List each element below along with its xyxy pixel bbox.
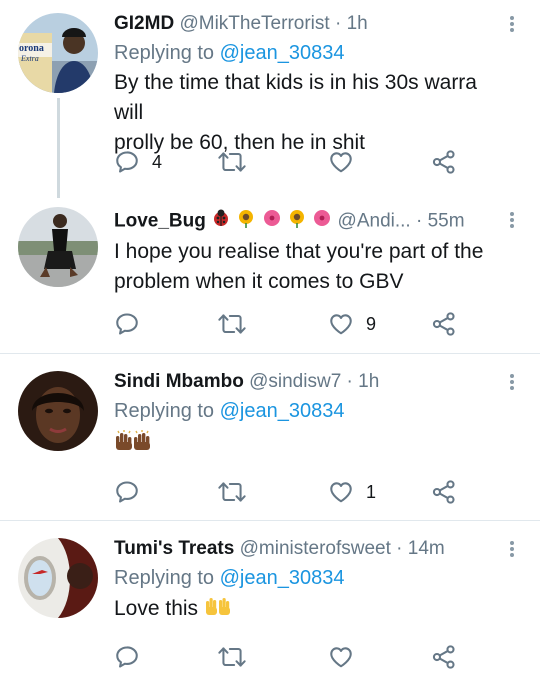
retweet-button[interactable]	[217, 643, 247, 671]
svg-text:Extra: Extra	[20, 54, 39, 63]
like-button[interactable]	[328, 148, 354, 176]
more-options-icon[interactable]	[504, 210, 520, 230]
reply-icon	[114, 479, 140, 505]
raised-hands-emoji	[204, 593, 232, 626]
user-handle[interactable]: @MikTheTerrorist	[179, 13, 329, 34]
like-icon	[328, 479, 354, 505]
hibiscus-emoji	[312, 208, 332, 235]
separator-dot: ·	[415, 210, 423, 232]
replying-to: Replying to @jean_30834	[114, 565, 510, 591]
tweet-text: I hope you realise that you're part of t…	[114, 237, 510, 297]
retweet-button[interactable]	[217, 310, 247, 338]
tweet-text-line: By the time that kids is in his 30s warr…	[114, 71, 477, 124]
share-button[interactable]	[431, 310, 457, 338]
reply-button[interactable]	[114, 478, 140, 506]
timestamp[interactable]: 14m	[408, 538, 445, 559]
replying-to: Replying to @jean_30834	[114, 40, 510, 66]
tweet[interactable]: Love_Bug @Andi... · 55m I hope you reali…	[0, 190, 540, 354]
like-count: 1	[366, 481, 377, 502]
reply-count: 4	[152, 151, 163, 172]
timestamp[interactable]: 1h	[347, 13, 368, 34]
timestamp[interactable]: 1h	[358, 371, 379, 392]
like-icon	[328, 311, 354, 337]
tweet-actions: 1	[114, 478, 464, 506]
reply-button[interactable]: 4	[114, 148, 162, 176]
replying-prefix: Replying to	[114, 42, 215, 64]
reply-icon	[114, 149, 140, 175]
retweet-icon	[217, 149, 247, 175]
replying-to-link[interactable]: @jean_30834	[220, 400, 345, 422]
reply-feed: orona Extra GI2MD @MikTheTerrorist · 1h …	[0, 0, 540, 675]
avatar[interactable]	[18, 538, 98, 618]
tweet-text: Love this	[114, 593, 510, 626]
retweet-button[interactable]	[217, 148, 247, 176]
sunflower-emoji	[287, 208, 307, 235]
tweet[interactable]: Sindi Mbambo @sindisw7 · 1h Replying to …	[0, 354, 540, 521]
tweet[interactable]: orona Extra GI2MD @MikTheTerrorist · 1h …	[0, 0, 540, 198]
ladybug-emoji	[211, 208, 231, 235]
share-icon	[431, 149, 457, 175]
avatar[interactable]	[18, 207, 98, 287]
retweet-icon	[217, 644, 247, 670]
separator-dot: ·	[346, 371, 353, 392]
like-button[interactable]: 1	[328, 478, 376, 506]
sunflower-emoji	[236, 208, 256, 235]
share-button[interactable]	[431, 643, 457, 671]
retweet-icon	[217, 311, 247, 337]
display-name[interactable]: Love_Bug	[114, 211, 206, 232]
more-options-icon[interactable]	[504, 539, 520, 559]
share-button[interactable]	[431, 148, 457, 176]
retweet-icon	[217, 479, 247, 505]
like-button[interactable]: 9	[328, 310, 376, 338]
like-button[interactable]	[328, 643, 354, 671]
tweet-text: By the time that kids is in his 30s warr…	[114, 68, 510, 158]
avatar[interactable]	[18, 371, 98, 451]
tweet-actions	[114, 643, 464, 671]
like-count: 9	[366, 313, 377, 334]
like-icon	[328, 149, 354, 175]
replying-prefix: Replying to	[114, 567, 215, 589]
reply-button[interactable]	[114, 310, 140, 338]
tweet-text-line: problem when it comes to GBV	[114, 270, 404, 293]
replying-prefix: Replying to	[114, 400, 215, 422]
raised-hands-emoji	[114, 428, 172, 461]
display-name[interactable]: Sindi Mbambo	[114, 371, 244, 392]
separator-dot: ·	[334, 13, 342, 34]
user-handle[interactable]: @ministerofsweet	[240, 538, 391, 559]
svg-text:orona: orona	[19, 43, 44, 54]
reply-button[interactable]	[114, 643, 140, 671]
display-name[interactable]: GI2MD	[114, 13, 174, 34]
tweet-text-line: I hope you realise that you're part of t…	[114, 240, 484, 263]
avatar[interactable]: orona Extra	[18, 13, 98, 93]
thread-line	[57, 98, 60, 198]
more-options-icon[interactable]	[504, 372, 520, 392]
display-name[interactable]: Tumi's Treats	[114, 538, 234, 559]
tweet[interactable]: Tumi's Treats @ministerofsweet · 14m Rep…	[0, 521, 540, 675]
tweet-actions: 4	[114, 148, 464, 176]
retweet-button[interactable]	[217, 478, 247, 506]
replying-to: Replying to @jean_30834	[114, 398, 510, 424]
replying-to-link[interactable]: @jean_30834	[220, 567, 345, 589]
share-icon	[431, 479, 457, 505]
separator-dot: ·	[396, 538, 403, 559]
share-icon	[431, 644, 457, 670]
hibiscus-emoji	[262, 208, 282, 235]
more-options-icon[interactable]	[504, 14, 520, 34]
reply-icon	[114, 644, 140, 670]
share-icon	[431, 311, 457, 337]
like-icon	[328, 644, 354, 670]
reply-icon	[114, 311, 140, 337]
user-handle[interactable]: @Andi...	[338, 211, 411, 232]
user-handle[interactable]: @sindisw7	[249, 371, 341, 392]
tweet-text	[114, 428, 510, 461]
timestamp[interactable]: 55m	[428, 211, 465, 232]
tweet-text-line: Love this	[114, 597, 199, 621]
share-button[interactable]	[431, 478, 457, 506]
replying-to-link[interactable]: @jean_30834	[220, 42, 345, 64]
tweet-actions: 9	[114, 310, 464, 338]
